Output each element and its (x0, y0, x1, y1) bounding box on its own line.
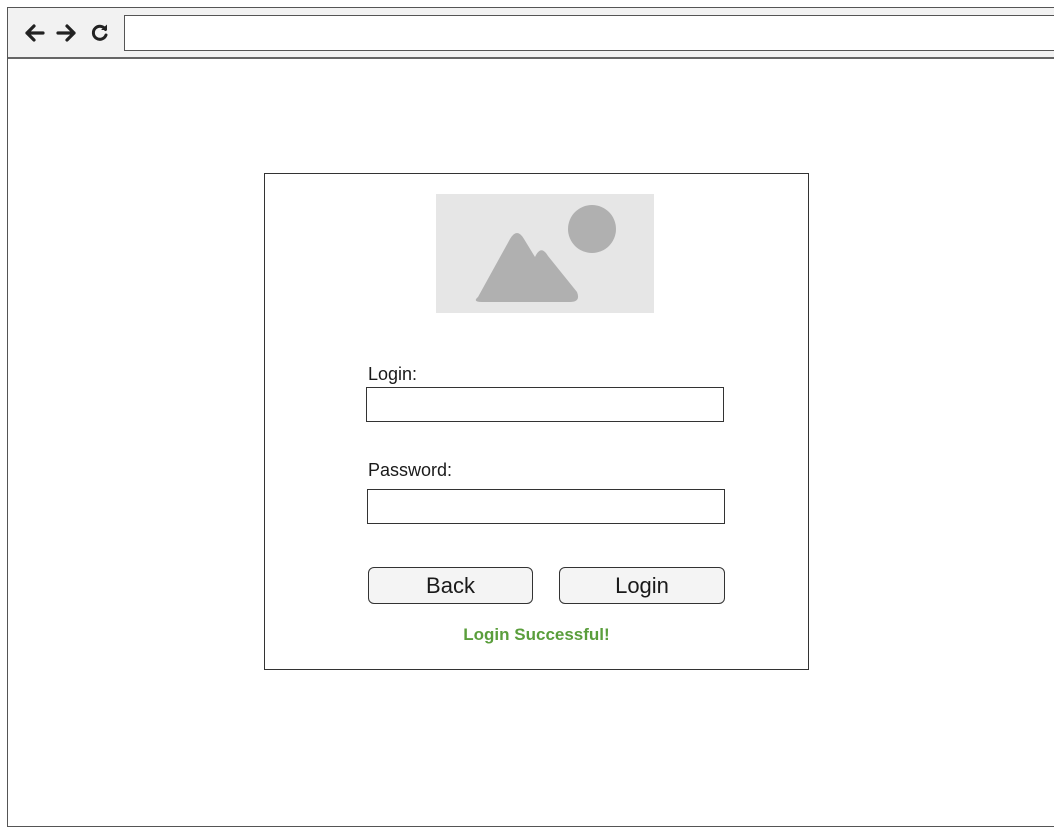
arrow-right-icon (56, 24, 76, 42)
password-label: Password: (368, 460, 453, 480)
password-input[interactable] (367, 489, 725, 524)
status-message: Login Successful! (463, 625, 610, 644)
reload-button[interactable] (88, 20, 112, 46)
login-input[interactable] (366, 387, 724, 422)
image-placeholder (436, 194, 654, 313)
forward-nav-button[interactable] (55, 20, 79, 46)
back-button[interactable]: Back (368, 567, 533, 604)
browser-toolbar (8, 8, 1054, 59)
login-button[interactable]: Login (559, 567, 725, 604)
back-nav-button[interactable] (22, 20, 46, 46)
browser-window: Login: Password: Back Login Login Succes… (7, 7, 1054, 827)
arrow-left-icon (25, 24, 45, 42)
reload-icon (91, 24, 108, 41)
login-label: Login: (368, 364, 418, 384)
login-card: Login: Password: Back Login Login Succes… (264, 173, 809, 670)
image-placeholder-icon (475, 205, 616, 302)
address-bar-input[interactable] (124, 15, 1054, 51)
